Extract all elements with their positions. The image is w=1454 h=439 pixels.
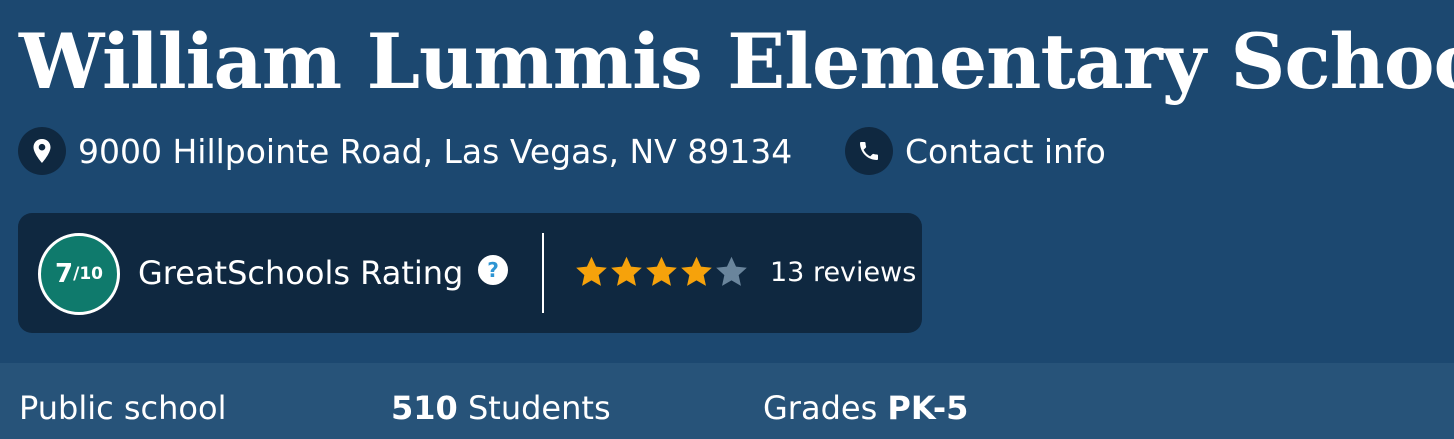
student-count-label: Students (457, 389, 611, 427)
greatschools-rating-badge: 7/10 (38, 233, 120, 315)
address-row: 9000 Hillpointe Road, Las Vegas, NV 8913… (18, 127, 792, 175)
grade-range-value: PK-5 (887, 389, 969, 427)
review-stars (574, 254, 749, 290)
star-filled-icon (646, 256, 677, 286)
question-circle-icon[interactable]: ? (478, 255, 508, 285)
student-count: 510 Students (391, 387, 611, 429)
student-count-value: 510 (391, 389, 458, 427)
star-empty-icon (716, 256, 747, 286)
school-type: Public school (19, 389, 227, 427)
location-pin-icon (18, 127, 66, 175)
rating-card: 7/10 GreatSchools Rating ? 13 reviews (18, 213, 922, 333)
card-divider (542, 233, 544, 313)
star-filled-icon (576, 256, 607, 286)
rating-label: GreatSchools Rating (138, 254, 464, 292)
school-name: William Lummis Elementary School (19, 17, 1454, 106)
school-stats-bar: Public school 510 Students Grades PK-5 (0, 363, 1454, 439)
school-address: 9000 Hillpointe Road, Las Vegas, NV 8913… (78, 131, 793, 171)
school-header: William Lummis Elementary School 9000 Hi… (0, 0, 1454, 363)
grade-range: Grades PK-5 (763, 387, 968, 429)
phone-icon (845, 127, 893, 175)
star-filled-icon (611, 256, 642, 286)
star-filled-icon (681, 256, 712, 286)
rating-out-of: /10 (73, 264, 103, 284)
rating-value: 7 (55, 259, 74, 289)
grade-range-label: Grades (763, 389, 888, 427)
contact-info-label: Contact info (905, 131, 1106, 171)
contact-info-link[interactable]: Contact info (845, 127, 1106, 175)
reviews-link[interactable]: 13 reviews (770, 255, 916, 291)
